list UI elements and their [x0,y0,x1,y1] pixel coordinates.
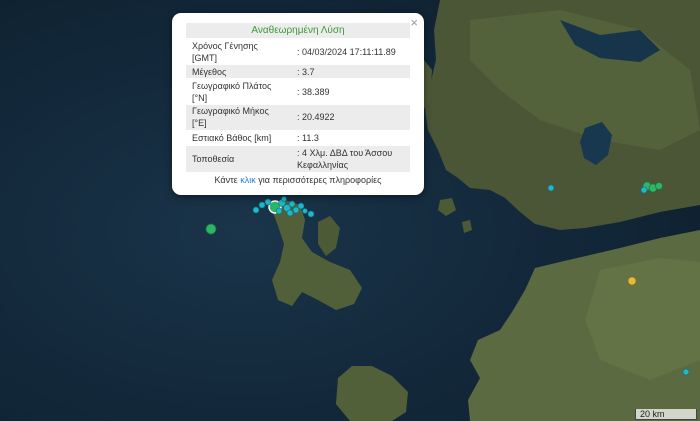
scale-bar-label: 20 km [640,409,665,419]
earthquake-marker[interactable] [682,368,690,376]
earthquake-marker[interactable] [307,210,315,218]
earthquake-marker[interactable] [302,208,308,214]
row-label-unit: [GMT] [192,53,217,63]
earthquake-marker[interactable] [252,206,260,214]
latitude-row: Γεωγραφικό Πλάτος [°N] : 38.389 [186,80,410,104]
row-value: : 20.4922 [297,112,335,122]
row-value: : 4 Χλμ. ΔΒΔ του Άσσου Κεφαλληνίας [297,148,393,170]
scale-bar: 20 km [635,409,697,420]
row-label: Γεωγραφικό Πλάτος [192,81,272,91]
row-label-unit: [°N] [192,93,208,103]
location-row: Τοποθεσία : 4 Χλμ. ΔΒΔ του Άσσου Κεφαλλη… [186,146,410,172]
earthquake-marker[interactable] [275,207,283,215]
row-value: : 38.389 [297,87,330,97]
footer-text: Κάντε [214,175,238,185]
row-label: Γεωγραφικό Μήκος [192,106,269,116]
row-value: : 3.7 [297,67,315,77]
earthquake-marker[interactable] [281,196,287,202]
earthquake-marker[interactable] [655,182,663,190]
magnitude-row: Μέγεθος : 3.7 [186,65,410,78]
earthquake-marker[interactable] [288,200,296,208]
earthquake-marker[interactable] [627,276,637,286]
footer-text: για περισσότερες πληροφορίες [258,175,382,185]
popup-title: Αναθεωρημένη Λύση [186,23,410,38]
popup-footer: Κάντε κλικ για περισσότερες πληροφορίες [172,175,424,185]
row-label: Εστιακό Βάθος [km] [192,133,272,143]
earthquake-info-popup: × Αναθεωρημένη Λύση Χρόνος Γένησης [GMT]… [172,13,424,195]
row-value: : 04/03/2024 17:11:11.89 [297,47,396,57]
row-label: Τοποθεσία [192,154,235,164]
row-label: Μέγεθος [192,67,227,77]
earthquake-marker[interactable] [205,223,217,235]
more-info-link[interactable]: κλικ [240,175,256,185]
longitude-row: Γεωγραφικό Μήκος [°E] : 20.4922 [186,105,410,130]
earthquake-marker[interactable] [258,201,266,209]
earthquake-marker[interactable] [292,206,300,214]
row-value: : 11.3 [297,133,319,143]
row-label-unit: [°E] [192,118,207,128]
row-label: Χρόνος Γένησης [192,41,258,51]
close-icon[interactable]: × [410,16,418,30]
earthquake-marker[interactable] [286,209,294,217]
earthquake-marker[interactable] [264,198,272,206]
earthquake-marker[interactable] [640,186,648,194]
depth-row: Εστιακό Βάθος [km] : 11.3 [186,131,410,144]
origin-time-row: Χρόνος Γένησης [GMT] : 04/03/2024 17:11:… [186,40,410,64]
earthquake-marker[interactable] [297,202,305,210]
earthquake-marker[interactable] [547,184,555,192]
